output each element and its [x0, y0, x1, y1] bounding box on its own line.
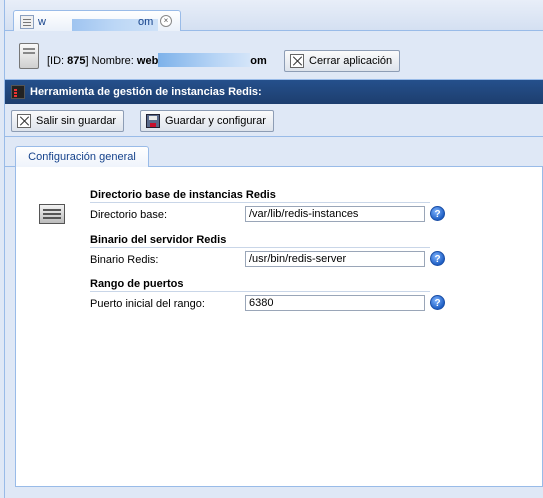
server-icon [19, 43, 39, 69]
help-icon[interactable]: ? [430, 295, 445, 310]
exit-label: Salir sin guardar [36, 115, 117, 127]
start-port-label: Puerto inicial del rango: [90, 298, 205, 310]
server-rack-icon [39, 204, 65, 224]
application-id: 875 [67, 55, 86, 67]
application-name-start: web [136, 55, 159, 67]
tab-general-config-label: Configuración general [28, 151, 136, 163]
start-port-input[interactable] [245, 295, 425, 311]
floppy-icon [146, 114, 160, 128]
section-divider [90, 247, 430, 248]
window-tab[interactable]: w om × [13, 10, 181, 33]
section-divider [90, 202, 430, 203]
base-dir-input[interactable] [245, 206, 425, 222]
id-prefix: [ID: [47, 55, 68, 67]
window-tab-bar: w om × [5, 0, 543, 33]
tab-general-config[interactable]: Configuración general [15, 146, 149, 168]
base-dir-label: Directorio base: [90, 209, 168, 221]
save-and-configure-button[interactable]: Guardar y configurar [140, 110, 274, 132]
close-box-icon [290, 54, 304, 68]
tool-title-bar: Herramienta de gestión de instancias Red… [5, 80, 543, 104]
help-icon[interactable]: ? [430, 206, 445, 221]
application-info-bar: [ID: 875] Nombre: web om Cerrar aplicació… [5, 31, 543, 80]
tool-title: Herramienta de gestión de instancias Red… [30, 86, 262, 98]
redacted-mask [158, 53, 251, 67]
redis-binary-label: Binario Redis: [90, 254, 159, 266]
document-icon [20, 15, 34, 29]
close-box-icon [17, 114, 31, 128]
close-application-button[interactable]: Cerrar aplicación [284, 50, 401, 72]
section-divider [90, 291, 430, 292]
section-title-base-dir: Directorio base de instancias Redis [90, 189, 276, 201]
window-tab-title-start: w [38, 16, 46, 28]
save-label: Guardar y configurar [165, 115, 266, 127]
help-icon[interactable]: ? [430, 251, 445, 266]
section-title-binary: Binario del servidor Redis [90, 234, 227, 246]
name-label: ] Nombre: [85, 55, 137, 67]
application-name-end: om [250, 55, 267, 67]
configuration-panel: Directorio base de instancias Redis Dire… [15, 167, 543, 487]
redis-binary-input[interactable] [245, 251, 425, 267]
bottom-strip [5, 487, 543, 498]
window-tab-title-end: om [138, 16, 154, 28]
form-tab-bar: Configuración general [5, 137, 543, 168]
section-title-port-range: Rango de puertos [90, 278, 184, 290]
action-toolbar: Salir sin guardar Guardar y configurar [5, 104, 543, 137]
exit-without-saving-button[interactable]: Salir sin guardar [11, 110, 125, 132]
application-info: [ID: 875] Nombre: web om [47, 53, 267, 67]
window-tab-title: w om [38, 16, 158, 33]
terminal-icon [11, 85, 25, 99]
close-circle-icon[interactable]: × [160, 15, 172, 27]
close-application-label: Cerrar aplicación [309, 55, 393, 67]
